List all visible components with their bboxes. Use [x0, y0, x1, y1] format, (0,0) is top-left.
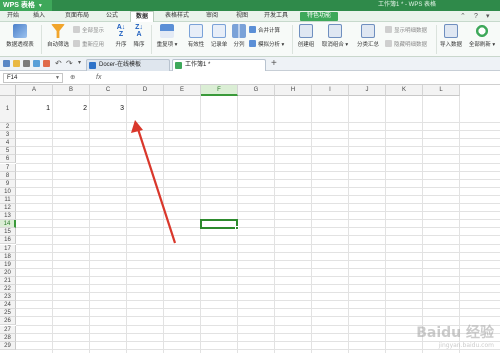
arrow-head [131, 120, 143, 133]
watermark-text: Baidu 经验 [416, 325, 494, 341]
annotation-arrow [131, 120, 177, 244]
watermark-url: jingyan.baidu.com [438, 342, 494, 349]
arrow-shaft [136, 128, 177, 244]
watermark: Baidu 经验 jingyan.baidu.com [416, 322, 494, 349]
